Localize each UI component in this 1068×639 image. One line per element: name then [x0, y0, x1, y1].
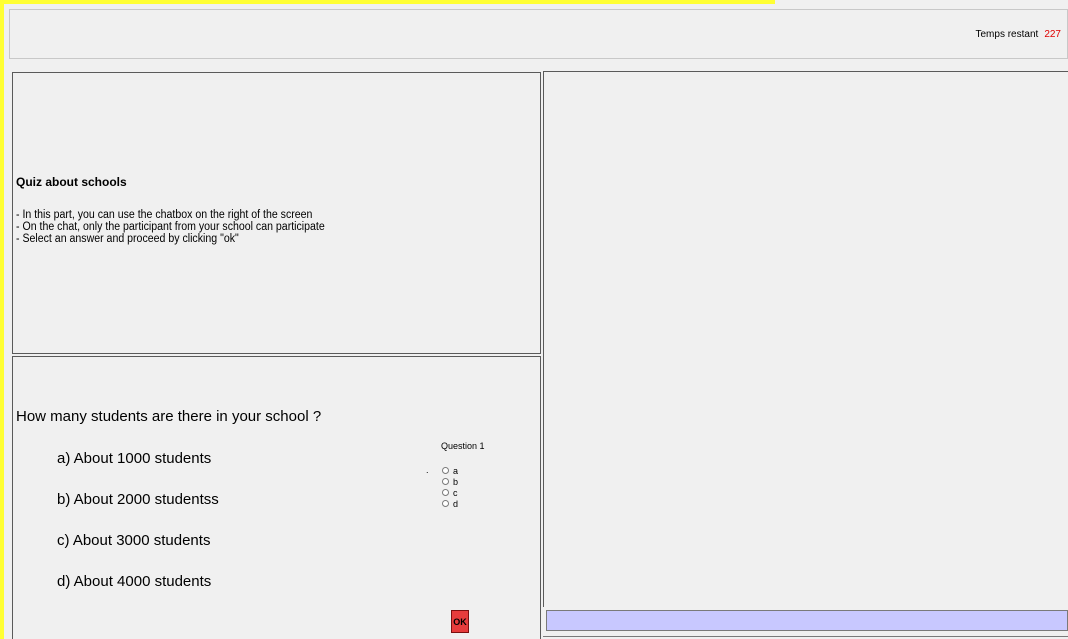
question-number-label: Question 1	[441, 441, 485, 451]
option-b-text: b) About 2000 studentss	[57, 491, 219, 508]
divider	[543, 636, 1068, 637]
radio-circle-icon[interactable]	[442, 478, 449, 485]
instruction-line: - Select an answer and proceed by clicki…	[16, 233, 239, 245]
radio-circle-icon[interactable]	[442, 489, 449, 496]
radio-option-c[interactable]: c	[442, 487, 458, 498]
radio-label: d	[453, 498, 459, 509]
timer-label: Temps restant	[975, 29, 1039, 40]
option-a-text: a) About 1000 students	[57, 450, 212, 467]
ok-button[interactable]: OK	[451, 610, 469, 633]
instruction-line: - On the chat, only the participant from…	[16, 221, 325, 233]
radio-option-b[interactable]: b	[442, 476, 458, 487]
radio-circle-icon[interactable]	[442, 467, 449, 474]
chat-input[interactable]	[546, 610, 1068, 631]
option-c-text: c) About 3000 students	[57, 532, 211, 549]
option-d-text: d) About 4000 students	[57, 573, 212, 590]
instructions-list: - In this part, you can use the chatbox …	[16, 209, 325, 245]
question-text: How many students are there in your scho…	[16, 408, 322, 425]
quiz-window: Temps restant 227 Quiz about schools - In…	[0, 0, 1068, 639]
window-accent-top	[0, 0, 775, 4]
instructions-title: Quiz about schools	[16, 175, 127, 189]
radio-label: c	[453, 487, 458, 498]
timer-value: 227	[1044, 29, 1061, 40]
radio-circle-icon[interactable]	[442, 500, 449, 507]
radio-option-a[interactable]: a	[442, 465, 458, 476]
question-panel: How many students are there in your scho…	[12, 356, 382, 639]
selection-marker: .	[426, 465, 429, 475]
radio-option-d[interactable]: d	[442, 498, 458, 509]
window-accent-left	[0, 0, 4, 639]
instructions-panel: Quiz about schools - In this part, you c…	[12, 72, 541, 354]
chat-panel	[543, 71, 1068, 607]
answer-panel: Question 1 . a b c d OK	[381, 356, 541, 639]
radio-label: b	[453, 476, 459, 487]
timer: Temps restant 227	[976, 29, 1062, 40]
instruction-line: - In this part, you can use the chatbox …	[16, 209, 313, 221]
header-bar: Temps restant 227	[9, 9, 1068, 59]
radio-label: a	[453, 465, 459, 476]
